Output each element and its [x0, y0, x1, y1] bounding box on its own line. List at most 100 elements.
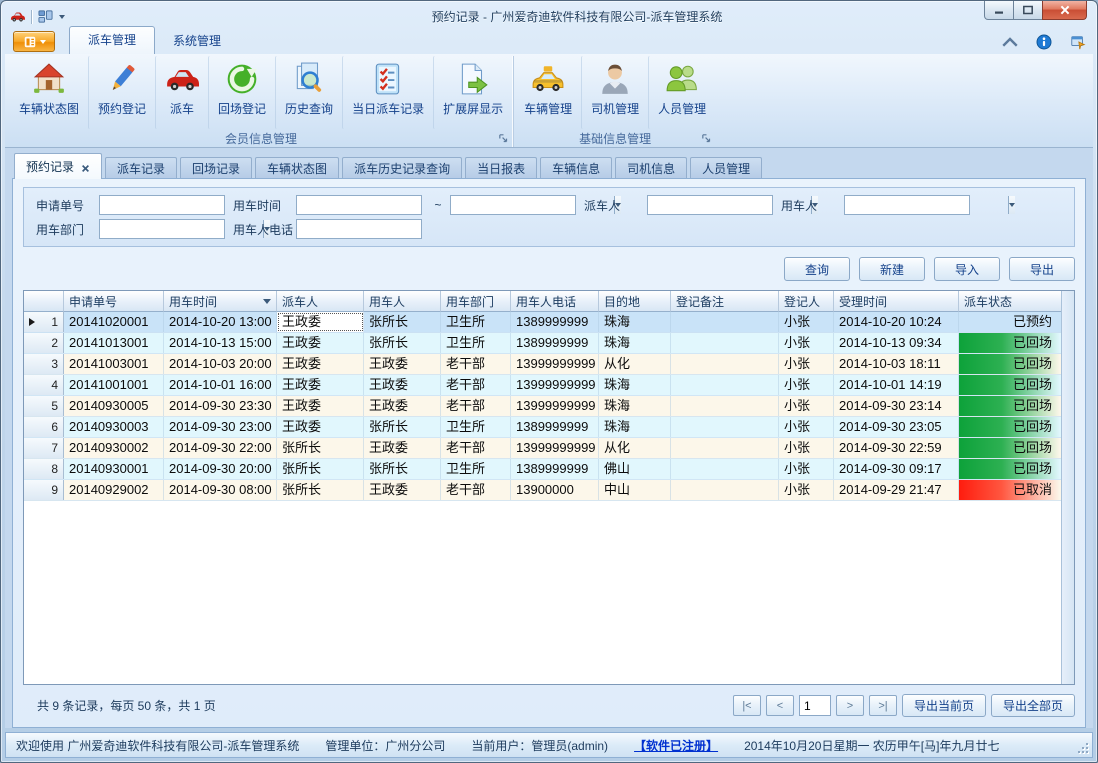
car-user-combo-value[interactable] [845, 196, 1008, 214]
history-query-button[interactable]: 历史查询 [275, 56, 342, 129]
table-cell[interactable]: 20140930002 [64, 438, 164, 458]
last-page-button[interactable]: >| [869, 695, 897, 716]
tab-close-icon[interactable] [81, 162, 90, 171]
column-header-5[interactable]: 用车部门 [441, 291, 511, 312]
table-cell[interactable]: 2014-09-30 08:00 [164, 480, 277, 500]
table-cell[interactable]: 1389999999 [511, 333, 599, 353]
table-cell[interactable]: 13900000 [511, 480, 599, 500]
table-cell[interactable]: 13999999999 [511, 438, 599, 458]
table-cell[interactable]: 卫生所 [441, 417, 511, 437]
minimize-button[interactable] [984, 1, 1014, 20]
export-current-page-button[interactable]: 导出当前页 [902, 694, 986, 717]
status-cell[interactable]: 已回场 [959, 354, 1061, 374]
user-phone-input[interactable] [296, 219, 422, 239]
tab-driver-info[interactable]: 司机信息 [615, 157, 687, 179]
table-cell[interactable]: 王政委 [277, 375, 364, 395]
table-cell[interactable]: 2014-09-30 23:14 [834, 396, 959, 416]
column-header-2[interactable]: 用车时间 [164, 291, 277, 312]
personnel-mgmt-button[interactable]: 人员管理 [648, 56, 715, 129]
table-cell[interactable]: 卫生所 [441, 459, 511, 479]
table-cell[interactable]: 2014-10-13 15:00 [164, 333, 277, 353]
row-selector[interactable]: 2 [24, 333, 64, 353]
table-cell[interactable] [671, 396, 779, 416]
column-header-0[interactable] [24, 291, 64, 312]
table-cell[interactable]: 20140930001 [64, 459, 164, 479]
table-cell[interactable]: 2014-09-30 20:00 [164, 459, 277, 479]
vehicle-status-button[interactable]: 车辆状态图 [10, 56, 88, 129]
driver-mgmt-button[interactable]: 司机管理 [581, 56, 648, 129]
row-selector[interactable]: 3 [24, 354, 64, 374]
table-row-6[interactable]: 6201409300032014-09-30 23:00王政委张所长卫生所138… [24, 417, 1074, 438]
table-cell[interactable]: 1389999999 [511, 459, 599, 479]
table-cell[interactable]: 珠海 [599, 375, 671, 395]
table-cell[interactable]: 王政委 [277, 333, 364, 353]
table-cell[interactable]: 2014-09-30 09:17 [834, 459, 959, 479]
status-cell[interactable]: 已回场 [959, 438, 1061, 458]
table-cell[interactable]: 卫生所 [441, 312, 511, 332]
table-cell[interactable]: 小张 [779, 375, 834, 395]
ribbon-tab-system-mgmt[interactable]: 系统管理 [155, 27, 239, 54]
status-cell[interactable]: 已回场 [959, 459, 1061, 479]
row-selector[interactable]: 9 [24, 480, 64, 500]
prev-page-button[interactable]: < [766, 695, 794, 716]
table-cell[interactable]: 张所长 [364, 459, 441, 479]
vehicle-mgmt-button[interactable]: 车辆管理 [515, 56, 581, 129]
tab-vehicle-status[interactable]: 车辆状态图 [255, 157, 339, 179]
table-cell[interactable] [671, 480, 779, 500]
column-header-9[interactable]: 登记人 [779, 291, 834, 312]
table-cell[interactable]: 老干部 [441, 438, 511, 458]
resize-grip[interactable] [1077, 742, 1089, 754]
dispatch-button[interactable]: 派车 [155, 56, 208, 129]
status-cell[interactable]: 已回场 [959, 333, 1061, 353]
next-page-button[interactable]: > [836, 695, 864, 716]
column-header-6[interactable]: 用车人电话 [511, 291, 599, 312]
new-button[interactable]: 新建 [859, 257, 925, 281]
table-cell[interactable]: 张所长 [364, 312, 441, 332]
table-cell[interactable]: 老干部 [441, 354, 511, 374]
info-icon[interactable] [1035, 34, 1053, 50]
dialog-launcher-icon[interactable] [498, 133, 509, 144]
today-dispatch-records-button[interactable]: 当日派车记录 [342, 56, 433, 129]
export-button[interactable]: 导出 [1009, 257, 1075, 281]
tab-reservation-records[interactable]: 预约记录 [14, 153, 102, 179]
table-cell[interactable]: 珠海 [599, 396, 671, 416]
reservation-register-button[interactable]: 预约登记 [88, 56, 155, 129]
tab-vehicle-info[interactable]: 车辆信息 [540, 157, 612, 179]
column-header-8[interactable]: 登记备注 [671, 291, 779, 312]
table-cell[interactable]: 老干部 [441, 375, 511, 395]
table-cell[interactable]: 王政委 [364, 375, 441, 395]
layout-toggle-icon[interactable] [37, 9, 54, 24]
table-cell[interactable]: 小张 [779, 312, 834, 332]
table-cell[interactable] [671, 459, 779, 479]
table-cell[interactable]: 王政委 [277, 417, 364, 437]
tab-dispatch-history-query[interactable]: 派车历史记录查询 [342, 157, 462, 179]
status-cell[interactable]: 已回场 [959, 417, 1061, 437]
table-cell[interactable]: 小张 [779, 333, 834, 353]
table-cell[interactable]: 13999999999 [511, 396, 599, 416]
table-cell[interactable]: 2014-09-30 23:00 [164, 417, 277, 437]
department-combo[interactable] [99, 219, 225, 239]
table-cell[interactable]: 中山 [599, 480, 671, 500]
request-no-input[interactable] [99, 195, 225, 215]
column-header-3[interactable]: 派车人 [277, 291, 364, 312]
table-cell[interactable]: 王政委 [364, 396, 441, 416]
table-cell[interactable]: 王政委 [364, 480, 441, 500]
table-cell[interactable]: 珠海 [599, 417, 671, 437]
status-cell[interactable]: 已回场 [959, 375, 1061, 395]
tab-daily-report[interactable]: 当日报表 [465, 157, 537, 179]
column-header-11[interactable]: 派车状态 [959, 291, 1061, 312]
maximize-button[interactable] [1014, 1, 1042, 20]
table-cell[interactable] [671, 312, 779, 332]
table-cell[interactable]: 2014-10-01 16:00 [164, 375, 277, 395]
page-number-input[interactable] [799, 695, 831, 716]
table-cell[interactable]: 珠海 [599, 333, 671, 353]
table-row-8[interactable]: 8201409300012014-09-30 20:00张所长张所长卫生所138… [24, 459, 1074, 480]
table-cell[interactable]: 13999999999 [511, 354, 599, 374]
table-cell[interactable]: 小张 [779, 459, 834, 479]
row-selector[interactable]: 8 [24, 459, 64, 479]
status-cell[interactable]: 已取消 [959, 480, 1061, 500]
table-cell[interactable]: 王政委 [277, 312, 364, 332]
row-selector[interactable]: 5 [24, 396, 64, 416]
table-cell[interactable]: 2014-10-03 20:00 [164, 354, 277, 374]
table-row-1[interactable]: 1201410200012014-10-20 13:00王政委张所长卫生所138… [24, 312, 1074, 333]
